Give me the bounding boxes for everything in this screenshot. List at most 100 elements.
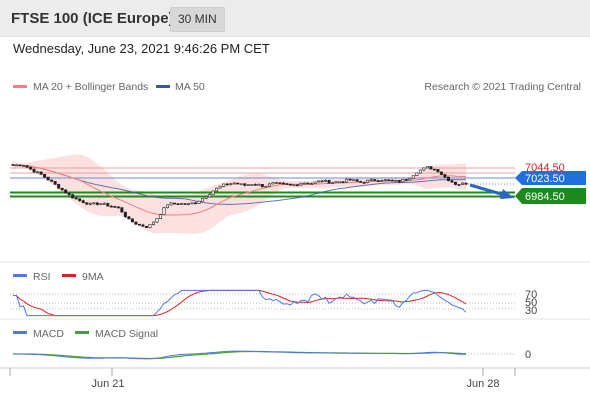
candle-body [187,203,191,205]
candle-body [225,183,229,186]
candle-body [450,180,454,183]
candle-body [169,202,173,206]
candle-body [204,196,208,199]
candle-body [422,167,426,171]
candle-body [92,202,96,205]
candle-body [331,182,335,184]
candle-body [25,165,29,168]
candle-body [309,183,313,185]
candle-body [362,182,366,184]
candle-body [229,183,233,185]
candle-body [274,182,278,184]
candle-body [144,226,148,228]
candle-body [334,181,338,184]
x-tick-label-jun21: Jun 21 [91,378,124,390]
legend-macd-label: MACD [33,328,64,340]
candle-body [341,181,345,184]
candle-body [130,218,134,223]
legend-macd-swatch [13,331,27,334]
candle-body [95,202,99,205]
candle-body [43,173,47,178]
candle-body [151,221,155,225]
candle-body [78,198,82,201]
candle-body [137,223,141,226]
macd-signal-line [13,350,467,360]
candle-body [257,183,261,186]
candle-body [453,181,457,185]
candle-body [253,184,257,186]
candle-body [306,182,310,185]
candle-body [113,206,117,208]
candle-body [134,221,138,225]
candle-body [67,192,71,195]
candle-body [359,181,363,183]
legend-macd-signal-swatch [75,331,89,334]
candle-body [211,190,215,195]
rsi-line [13,289,467,317]
candle-body [460,182,464,185]
candle-body [148,224,152,228]
candle-body [338,181,342,184]
candle-body [429,166,433,170]
candle-body [443,174,447,178]
chart-canvas: MA 20 + Bollinger Bands MA 50 Research ©… [0,81,590,390]
rsi-label-30: 30 [525,305,537,317]
candle-body [432,168,436,171]
candle-body [425,166,429,169]
candle-body [278,182,282,184]
candle-body [394,180,398,182]
candle-body [39,171,43,175]
legend-rsi-ma-swatch [62,274,76,277]
candle-body [15,164,19,167]
candle-body [53,181,57,185]
candle-body [285,183,289,185]
candle-body [408,178,412,181]
candle-body [71,194,75,199]
candle-body [271,182,275,185]
rsi-ma-line [13,289,467,317]
candle-body [415,172,419,176]
legend-rsi-label: RSI [33,271,51,283]
candle-body [162,207,166,215]
candle-body [390,179,394,182]
legend-ma20-swatch [13,85,27,88]
candle-body [74,197,78,200]
candle-body [36,171,40,174]
candle-body [439,171,443,175]
candle-body [457,184,461,186]
candle-body [194,202,198,205]
candle-body [232,182,236,185]
candle-body [250,184,254,186]
candle-body [81,200,85,204]
candle-body [106,203,110,207]
candle-body [215,187,219,192]
candle-body [295,184,299,187]
candle-body [387,179,391,182]
candle-body [352,179,356,182]
candle-body [313,181,317,184]
candle-body [239,183,243,186]
candle-body [102,203,106,205]
candle-body [155,218,159,223]
candle-body [369,179,373,181]
candle-body [88,202,92,205]
candle-body [320,180,324,183]
candle-body [123,211,127,218]
candle-body [411,175,415,179]
candle-body [383,179,387,182]
candle-body [348,178,352,181]
candle-body [373,179,377,181]
candle-body [260,183,264,188]
legend-ma50-swatch [156,85,170,88]
candle-body [299,182,303,186]
candle-body [345,178,349,183]
candle-body [22,165,26,167]
candle-body [29,166,33,170]
candle-body [127,216,131,220]
candle-body [380,180,384,183]
candle-body [218,186,222,189]
candle-body [327,180,331,184]
candle-body [404,179,408,181]
candle-body [85,202,89,205]
candle-body [173,202,177,205]
